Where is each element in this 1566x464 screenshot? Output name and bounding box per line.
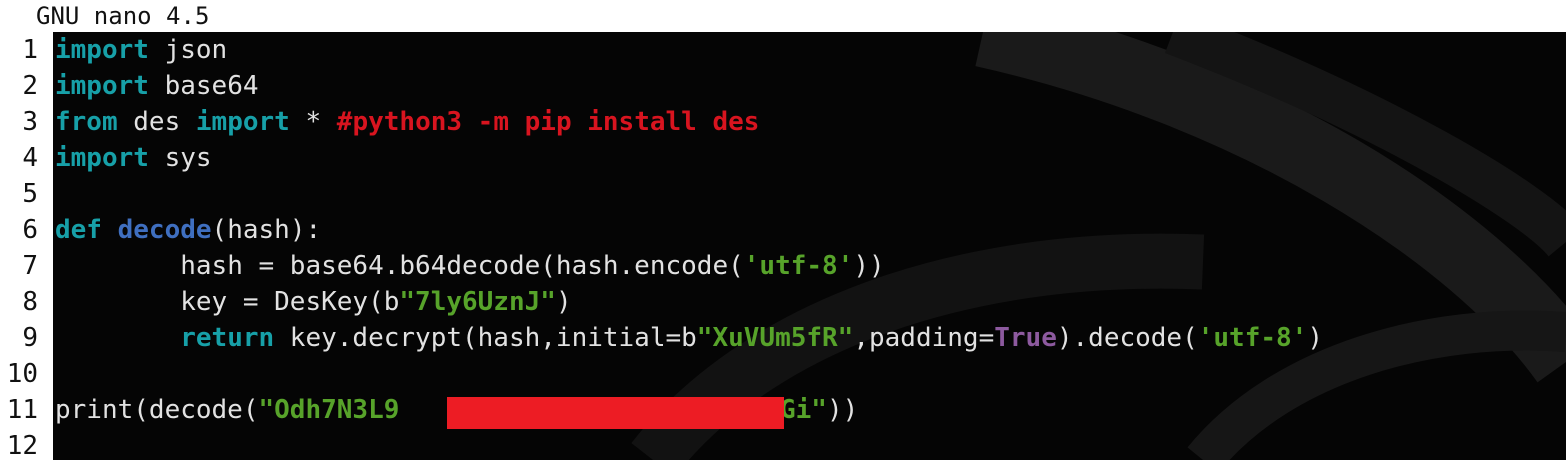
code-text: key.decrypt(hash,initial=b [274,323,697,353]
boolean-literal: True [994,323,1057,353]
keyword: from [55,107,118,137]
code-line-8[interactable]: key = DesKey(b"7ly6UznJ") [55,284,572,320]
string-literal: "XuVUm5fR" [696,323,854,353]
string-literal: "7ly6UznJ" [399,287,556,317]
line-number: 12 [6,431,38,461]
line-number: 11 [6,395,38,425]
code-text: * [289,107,337,137]
code-line-3[interactable]: from des import * #python3 -m pip instal… [55,104,759,140]
code-text: hash = base64.b64decode(hash.encode( [180,251,744,281]
code-text: ) [1307,323,1323,353]
keyword: return [180,323,275,353]
code-text: print(decode( [55,395,259,425]
line-number: 9 [22,323,38,353]
line-number: 2 [22,71,38,101]
code-text: sys [148,143,212,173]
code-text: ) [555,287,572,317]
line-number: 7 [22,251,38,281]
redaction-box [447,397,784,429]
code-line-1[interactable]: import json [55,32,227,68]
title-bar: GNU nano 4.5 [0,0,1566,32]
keyword: import [195,107,290,137]
code-line-2[interactable]: import base64 [55,68,259,104]
line-number: 5 [22,179,38,209]
string-literal: 'utf-8' [1197,323,1308,353]
keyword: import [55,71,149,101]
line-number-gutter: 1 2 3 4 5 6 7 8 9 10 11 12 [0,32,53,461]
keyword: import [55,35,149,65]
line-number: 6 [22,215,38,245]
code-text: )) [826,395,859,425]
code-line-7[interactable]: hash = base64.b64decode(hash.encode('utf… [55,248,885,284]
string-literal: "Odh7N3L9 [258,395,400,425]
line-number: 3 [22,107,38,137]
code-line-6[interactable]: def decode(hash): [55,212,321,248]
code-text: base64 [148,71,259,101]
comment: #python3 -m pip install des [336,107,760,137]
code-text: ,padding= [853,323,995,353]
code-line-9[interactable]: return key.decrypt(hash,initial=b"XuVUm5… [55,320,1323,356]
line-number: 10 [6,359,38,389]
keyword: import [55,143,149,173]
string-literal: 'utf-8' [743,251,854,281]
function-name: decode [117,215,212,245]
line-number: 8 [22,287,38,317]
line-number: 1 [22,35,38,65]
line-number: 4 [22,143,38,173]
keyword: def [55,215,102,245]
code-text: json [148,35,228,65]
code-text: key = DesKey(b [180,287,400,317]
editor-title: GNU nano 4.5 [36,2,210,30]
code-text: (hash): [211,215,322,245]
code-text: ).decode( [1056,323,1198,353]
code-line-4[interactable]: import sys [55,140,212,176]
code-text: des [117,107,196,137]
code-editor[interactable]: import json import base64 from des impor… [53,32,1566,460]
code-text: )) [853,251,885,281]
